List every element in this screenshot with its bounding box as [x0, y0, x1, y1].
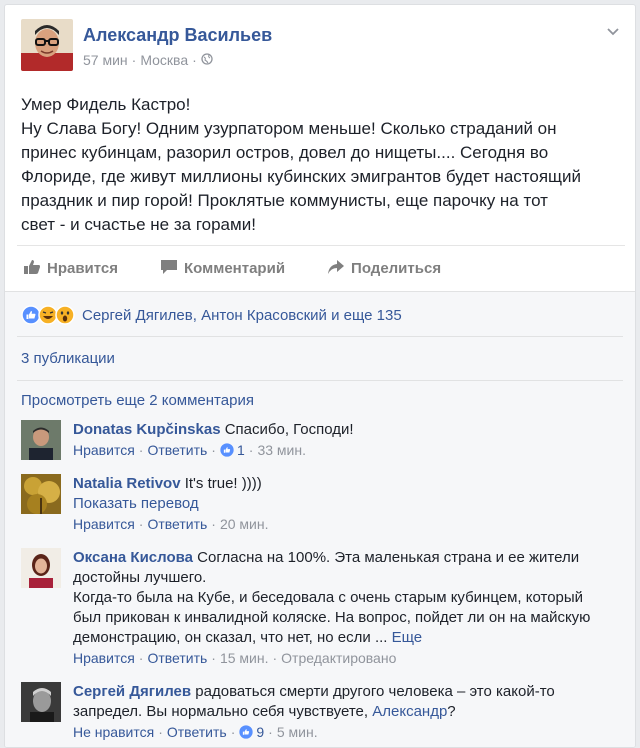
share-label: Поделиться — [351, 260, 442, 277]
comment-author[interactable]: Оксана Кислова — [73, 549, 193, 566]
divider — [17, 336, 623, 337]
post-line: праздник и пир горой! Проклятые коммунис… — [21, 191, 548, 210]
comment-text: демонстрацию, он сказал, что нет, но есл… — [73, 629, 388, 646]
comment-text: Спасибо, Господи! — [224, 421, 354, 438]
separator: · — [138, 442, 144, 458]
like-count-value: 1 — [236, 442, 245, 458]
wow-reaction-icon — [55, 305, 75, 325]
chevron-down-icon[interactable] — [605, 23, 621, 39]
comment-like-count[interactable]: 1 — [220, 440, 245, 460]
comment-icon — [160, 259, 178, 279]
comment-like-link[interactable]: Нравится — [73, 440, 135, 460]
like-reaction-icon — [220, 443, 234, 457]
comment-like-link[interactable]: Нравится — [73, 514, 135, 534]
comment-reply-link[interactable]: Ответить — [147, 648, 207, 668]
comment-author[interactable]: Natalia Retivov — [73, 475, 181, 492]
comment-text: It's true! )))) — [184, 475, 262, 492]
post-header: Александр Васильев 57 мин · Москва · — [5, 5, 635, 83]
separator: · — [230, 724, 236, 740]
comment-text: запредел. Вы нормально себя чувствуете, — [73, 703, 369, 720]
comment-text: достойны лучшего. — [73, 569, 207, 586]
comment-actions: Нравится · Ответить · 1 · 33 мин. — [73, 440, 621, 460]
post-line: Умер Фидель Кастро! — [21, 95, 191, 114]
comment-time[interactable]: 15 мин. — [220, 648, 269, 668]
comment-text: Когда-то была на Кубе, и беседовала с оч… — [73, 589, 584, 606]
post-line: принес кубинцам, разорил остров, довел д… — [21, 143, 549, 162]
comment-like-link[interactable]: Нравится — [73, 648, 135, 668]
separator: · — [138, 650, 144, 666]
comment-body: Natalia Retivov It's true! )))) Показать… — [73, 474, 621, 534]
separator: · — [211, 516, 216, 532]
reaction-icons — [21, 305, 75, 325]
like-button[interactable]: Нравится — [23, 259, 118, 279]
edited-label[interactable]: Отредактировано — [281, 648, 396, 668]
shares-link[interactable]: 3 публикации — [21, 350, 115, 367]
post-time[interactable]: 57 мин — [83, 52, 128, 68]
comment-body: Сергей Дягилев радоваться смерти другого… — [73, 682, 621, 742]
comment-text: был прикован к инвалидной коляске. На во… — [73, 609, 591, 626]
separator: · — [138, 516, 144, 532]
globe-icon[interactable] — [201, 52, 213, 68]
like-count-value: 9 — [256, 724, 265, 740]
commenter-avatar[interactable] — [21, 548, 61, 588]
comment-time[interactable]: 20 мин. — [220, 514, 269, 534]
comment-body: Donatas Kupčinskas Спасибо, Господи! Нра… — [73, 420, 621, 460]
separator: · — [211, 442, 216, 458]
comment-body: Оксана Кислова Согласна на 100%. Эта мал… — [73, 548, 621, 668]
separator: · — [268, 724, 273, 740]
comment-reply-link[interactable]: Ответить — [167, 722, 227, 742]
reactors-text[interactable]: Сергей Дягилев, Антон Красовский и еще 1… — [82, 307, 402, 324]
comment-actions: Нравится · Ответить · 20 мин. — [73, 514, 621, 534]
mention-link[interactable]: Александр — [372, 703, 447, 720]
commenter-avatar[interactable] — [21, 682, 61, 722]
comment-like-count[interactable]: 9 — [239, 722, 264, 742]
post-line: Флориде, где живут миллионы кубинских эм… — [21, 167, 582, 186]
thumbs-up-icon — [23, 259, 41, 279]
separator: · — [272, 650, 278, 666]
comment-time[interactable]: 5 мин. — [277, 722, 318, 742]
reactions-summary[interactable]: Сергей Дягилев, Антон Красовский и еще 1… — [21, 302, 402, 328]
post-footer: Сергей Дягилев, Антон Красовский и еще 1… — [5, 291, 635, 747]
meta-separator: · — [192, 52, 197, 68]
separator: · — [248, 442, 254, 458]
commenter-avatar[interactable] — [21, 474, 61, 514]
author-avatar[interactable] — [21, 19, 73, 71]
post-meta: 57 мин · Москва · — [83, 52, 213, 68]
comment-text: ? — [447, 703, 456, 720]
author-name[interactable]: Александр Васильев — [83, 25, 272, 46]
separator: · — [211, 650, 216, 666]
meta-separator: · — [131, 52, 137, 68]
translate-link[interactable]: Показать перевод — [73, 495, 199, 512]
comment-actions: Не нравится · Ответить · 9 · 5 мин. — [73, 722, 621, 742]
comment-label: Комментарий — [184, 260, 286, 277]
comment-text: радоваться смерти другого человека – это… — [195, 683, 555, 700]
like-reaction-icon — [239, 725, 254, 739]
post-actions: Нравится Комментарий Поделиться — [17, 245, 625, 291]
commenter-avatar[interactable] — [21, 420, 61, 460]
comment-reply-link[interactable]: Ответить — [147, 514, 207, 534]
comment-author[interactable]: Сергей Дягилев — [73, 683, 191, 700]
see-more-link[interactable]: Еще — [392, 629, 423, 646]
comment-author[interactable]: Donatas Kupčinskas — [73, 421, 221, 438]
post-line: Ну Слава Богу! Одним узурпатором меньше!… — [21, 119, 557, 138]
divider — [17, 380, 623, 381]
separator: · — [158, 724, 163, 740]
view-more-comments-link[interactable]: Просмотреть еще 2 комментария — [21, 392, 254, 409]
share-arrow-icon — [327, 259, 345, 279]
post-card: Александр Васильев 57 мин · Москва · Уме… — [4, 4, 636, 748]
comment-actions: Нравится · Ответить · 15 мин. · Отредакт… — [73, 648, 621, 668]
post-body: Умер Фидель Кастро! Ну Слава Богу! Одним… — [21, 93, 621, 237]
like-label: Нравится — [47, 260, 119, 277]
share-button[interactable]: Поделиться — [327, 259, 441, 279]
comment-time[interactable]: 33 мин. — [257, 440, 306, 460]
comment-button[interactable]: Комментарий — [160, 259, 285, 279]
comment-reply-link[interactable]: Ответить — [147, 440, 207, 460]
comment-unlike-link[interactable]: Не нравится — [73, 722, 154, 742]
post-line: свет - и счастье не за горами! — [21, 215, 256, 234]
post-location[interactable]: Москва — [140, 52, 188, 68]
comment-text: Согласна на 100%. Эта маленькая страна и… — [197, 549, 580, 566]
